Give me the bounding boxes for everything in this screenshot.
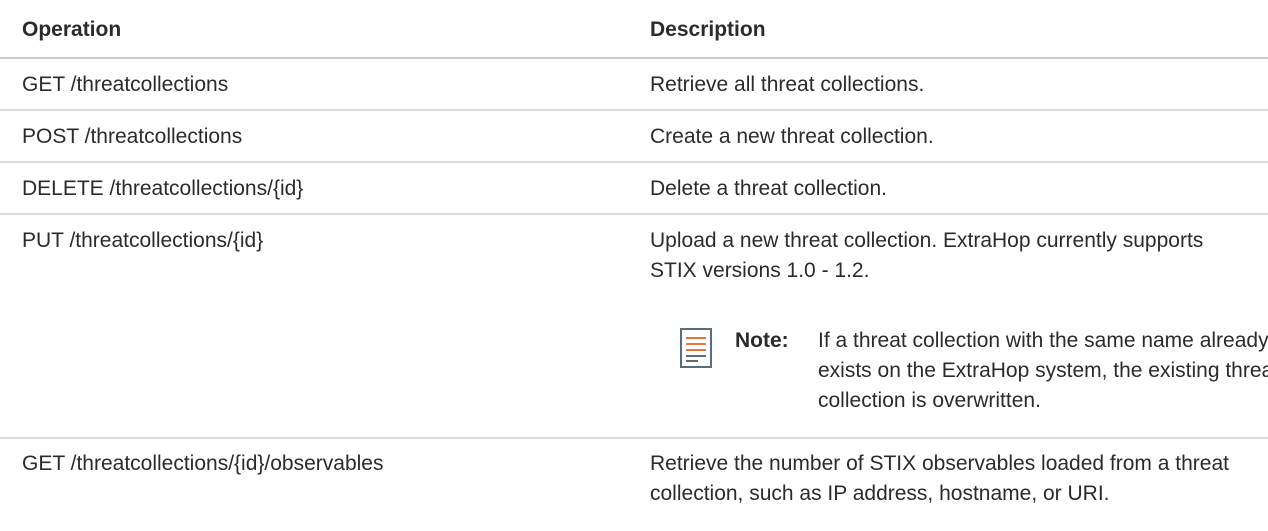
table-header-row: Operation Description bbox=[0, 0, 1268, 59]
header-description: Description bbox=[650, 18, 766, 41]
description-cell: Upload a new threat collection. ExtraHop… bbox=[650, 229, 1204, 282]
operation-cell: PUT /threatcollections/{id} bbox=[22, 229, 264, 252]
table-row: GET /threatcollections/{id}/observables … bbox=[0, 439, 1268, 531]
note-text: If a threat collection with the same nam… bbox=[818, 329, 1268, 412]
table-row: PUT /threatcollections/{id} Upload a new… bbox=[0, 215, 1268, 439]
table-row: GET /threatcollections Retrieve all thre… bbox=[0, 59, 1268, 111]
note-callout: Note: If a threat collection with the sa… bbox=[680, 326, 1268, 426]
description-cell: Create a new threat collection. bbox=[650, 125, 934, 148]
description-cell: Retrieve the number of STIX observables … bbox=[650, 452, 1229, 505]
operation-cell: DELETE /threatcollections/{id} bbox=[22, 177, 304, 200]
operation-cell: GET /threatcollections/{id}/observables bbox=[22, 452, 384, 475]
note-label: Note: bbox=[735, 329, 789, 352]
operation-cell: GET /threatcollections bbox=[22, 73, 229, 96]
table-row: POST /threatcollections Create a new thr… bbox=[0, 111, 1268, 163]
api-operations-table: Operation Description GET /threatcollect… bbox=[0, 0, 1268, 531]
operation-cell: POST /threatcollections bbox=[22, 125, 243, 148]
description-cell: Delete a threat collection. bbox=[650, 177, 887, 200]
header-operation: Operation bbox=[22, 18, 122, 41]
description-cell: Retrieve all threat collections. bbox=[650, 73, 925, 96]
table-row: DELETE /threatcollections/{id} Delete a … bbox=[0, 163, 1268, 215]
note-document-icon bbox=[680, 328, 712, 368]
